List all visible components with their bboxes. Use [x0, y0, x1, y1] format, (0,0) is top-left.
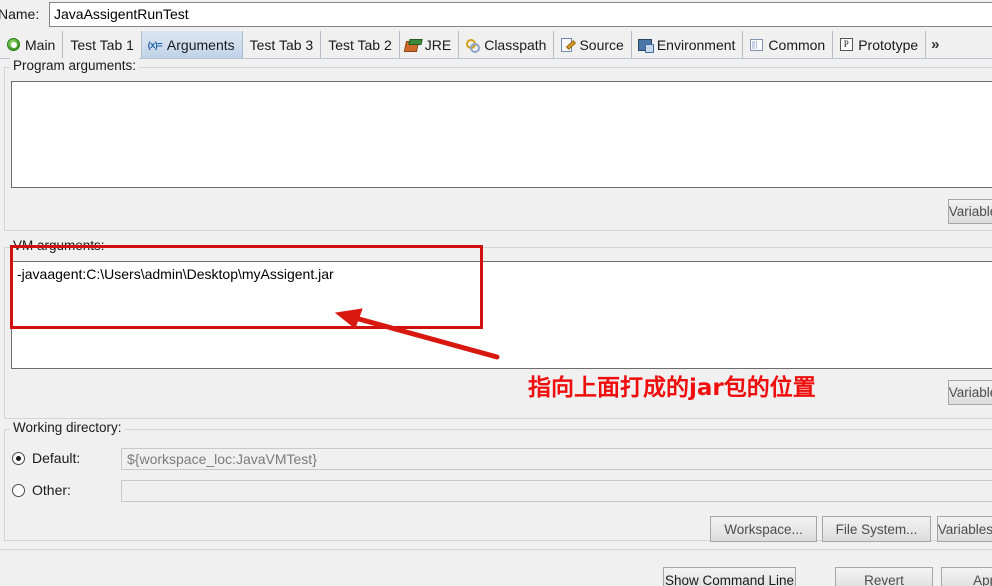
tab-main[interactable]: Main [0, 31, 64, 58]
tab-label: Classpath [484, 36, 547, 53]
apply-button[interactable]: Apply [941, 567, 992, 586]
name-row: Name: JavaAssigentRunTest [0, 0, 992, 31]
vm-arguments-textarea[interactable]: -javaagent:C:\Users\admin\Desktop\myAssi… [11, 261, 992, 369]
program-arguments-group: Program arguments: Variables... [0, 58, 992, 231]
tab-label: Test Tab 1 [70, 36, 134, 53]
variable-icon: (x)= [147, 39, 163, 50]
classpath-icon [464, 37, 481, 53]
tab-label: Arguments [166, 36, 235, 53]
radio-indicator-icon [12, 483, 25, 497]
tab-common[interactable]: Common [743, 31, 834, 58]
tab-prototype[interactable]: P Prototype [833, 31, 927, 58]
program-arguments-label: Program arguments: [10, 58, 140, 73]
tab-environment[interactable]: Environment [632, 31, 744, 58]
environment-icon [637, 37, 654, 53]
working-directory-label: Working directory: [10, 420, 125, 435]
working-directory-group: Working directory: Default: ${workspace_… [0, 420, 992, 542]
working-directory-default-value: ${workspace_loc:JavaVMTest} [121, 448, 992, 470]
callout-text: 指向上面打成的jar包的位置 [528, 375, 816, 401]
configuration-name-input[interactable]: JavaAssigentRunTest [49, 2, 992, 27]
footer-button-bar: Show Command Line Revert Apply [0, 551, 992, 586]
tab-label: Common [768, 36, 826, 53]
tab-label: Test Tab 2 [328, 36, 392, 53]
vm-arguments-variables-button[interactable]: Variables... [948, 380, 992, 405]
common-icon [748, 37, 764, 53]
working-directory-other-input[interactable] [121, 480, 992, 502]
run-configuration-arguments-page: Name: JavaAssigentRunTest Main Test Tab … [0, 0, 992, 586]
tab-label: Source [579, 36, 624, 53]
radio-label: Default: [32, 450, 81, 466]
file-system-button[interactable]: File System... [822, 516, 931, 542]
vm-arguments-group: VM arguments: -javaagent:C:\Users\admin\… [0, 238, 992, 419]
footer-divider [0, 549, 992, 550]
jre-icon [405, 37, 421, 53]
tab-test-tab-2[interactable]: Test Tab 2 [321, 31, 400, 58]
tab-test-tab-3[interactable]: Test Tab 3 [243, 31, 322, 58]
tab-source[interactable]: Source [554, 31, 632, 58]
workspace-button[interactable]: Workspace... [710, 516, 817, 542]
tab-bar: Main Test Tab 1 (x)= Arguments Test Tab … [0, 31, 992, 59]
radio-label: Other: [32, 482, 71, 498]
revert-button[interactable]: Revert [835, 567, 933, 586]
show-command-line-button[interactable]: Show Command Line [663, 567, 796, 586]
tab-overflow-chevron-icon[interactable]: » [928, 31, 942, 58]
program-arguments-textarea[interactable] [11, 81, 992, 188]
source-icon [559, 37, 575, 53]
tab-jre[interactable]: JRE [400, 31, 460, 58]
program-arguments-variables-button[interactable]: Variables... [948, 199, 992, 224]
arguments-tab-content: Program arguments: Variables... VM argum… [0, 58, 992, 586]
radio-indicator-icon [12, 451, 25, 465]
tab-arguments[interactable]: (x)= Arguments [141, 31, 243, 58]
vm-arguments-label: VM arguments: [10, 238, 108, 253]
tab-label: JRE [424, 36, 452, 53]
tab-label: Prototype [858, 36, 919, 53]
working-directory-variables-button[interactable]: Variables... [937, 516, 992, 542]
java-launch-icon [5, 37, 21, 53]
prototype-icon: P [838, 37, 854, 53]
tab-label: Main [25, 36, 56, 53]
name-label: Name: [0, 6, 40, 22]
tab-label: Environment [656, 36, 736, 53]
tab-label: Test Tab 3 [249, 36, 314, 53]
tab-classpath[interactable]: Classpath [459, 31, 555, 58]
tab-test-tab-1[interactable]: Test Tab 1 [63, 31, 142, 58]
working-directory-other-radio[interactable]: Other: [12, 482, 71, 498]
working-directory-default-radio[interactable]: Default: [12, 450, 80, 466]
